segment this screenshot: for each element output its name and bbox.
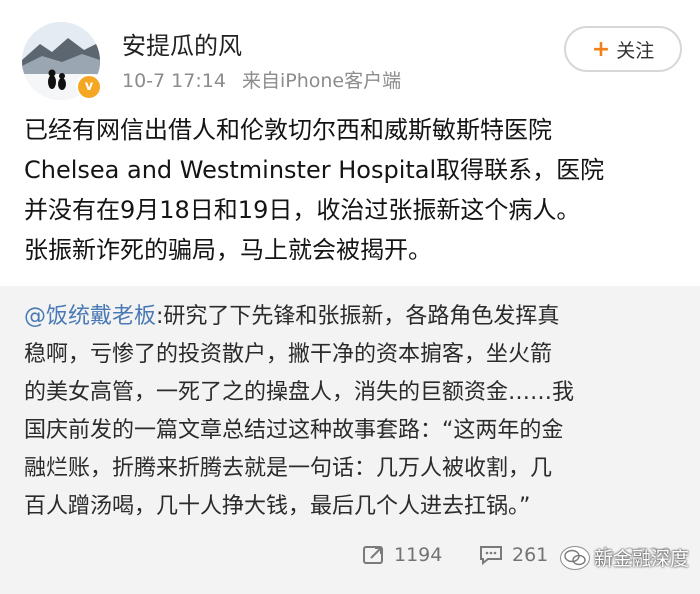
post-content: 已经有网信出借人和伦敦切尔西和威斯敏斯特医院 Chelsea and Westm… <box>24 110 684 270</box>
repost-text: @饭统戴老板:研究了下先锋和张振新，各路角色发挥真 稳啊，亏惨了的投资散户，撇干… <box>24 298 684 526</box>
repost-action[interactable]: 1194 <box>362 544 442 566</box>
comment-count: 261 <box>512 544 549 566</box>
follow-label: 关注 <box>616 39 655 62</box>
repost-line-rest: :研究了下先锋和张振新，各路角色发挥真 <box>156 304 560 329</box>
post-time: 10-7 17:14 <box>122 70 226 92</box>
verified-icon: v <box>76 74 102 100</box>
post-meta: 10-7 17:14 来自iPhone客户端 <box>122 66 401 93</box>
post-line: 张振新诈死的骗局，马上就会被揭开。 <box>24 236 432 264</box>
repost-line: 的美女高管，一死了之的操盘人，消失的巨额资金……我 <box>24 380 575 405</box>
repost-icon <box>363 546 383 564</box>
post-source: 来自iPhone客户端 <box>241 70 402 92</box>
post-line: 并没有在9月18日和19日，收治过张振新这个病人。 <box>24 196 581 224</box>
repost-count: 1194 <box>394 544 443 566</box>
follow-button[interactable]: + 关注 <box>564 26 682 72</box>
repost-line: 融烂账，折腾来折腾去就是一句话：几万人被收割，几 <box>24 456 553 481</box>
reposted-content[interactable]: @饭统戴老板:研究了下先锋和张振新，各路角色发挥真 稳啊，亏惨了的投资散户，撇干… <box>0 286 700 594</box>
plus-icon: + <box>591 36 611 62</box>
action-bar: 1194 261 2729 新金融深度 <box>0 540 700 576</box>
post-line: Chelsea and Westminster Hospital取得联系，医院 <box>24 156 605 184</box>
repost-line: @饭统戴老板:研究了下先锋和张振新，各路角色发挥真 <box>24 298 684 336</box>
weibo-post: v 安提瓜的风 10-7 17:14 来自iPhone客户端 + 关注 已经有网… <box>0 0 700 594</box>
wechat-icon <box>560 545 590 570</box>
comment-action[interactable]: 261 <box>478 544 548 566</box>
watermark-text: 新金融深度 <box>594 548 690 570</box>
repost-line: 百人蹭汤喝，几十人挣大钱，最后几个人进去扛锅。” <box>24 494 531 519</box>
comment-icon <box>480 546 502 566</box>
post-line: 已经有网信出借人和伦敦切尔西和威斯敏斯特医院 <box>24 116 552 144</box>
repost-line: 国庆前发的一篇文章总结过这种故事套路：“这两年的金 <box>24 418 564 443</box>
watermark: 新金融深度 <box>560 544 689 571</box>
mention-link[interactable]: @饭统戴老板 <box>24 304 156 329</box>
repost-line: 稳啊，亏惨了的投资散户，撇干净的资本掮客，坐火箭 <box>24 342 553 367</box>
username[interactable]: 安提瓜的风 <box>122 26 242 61</box>
